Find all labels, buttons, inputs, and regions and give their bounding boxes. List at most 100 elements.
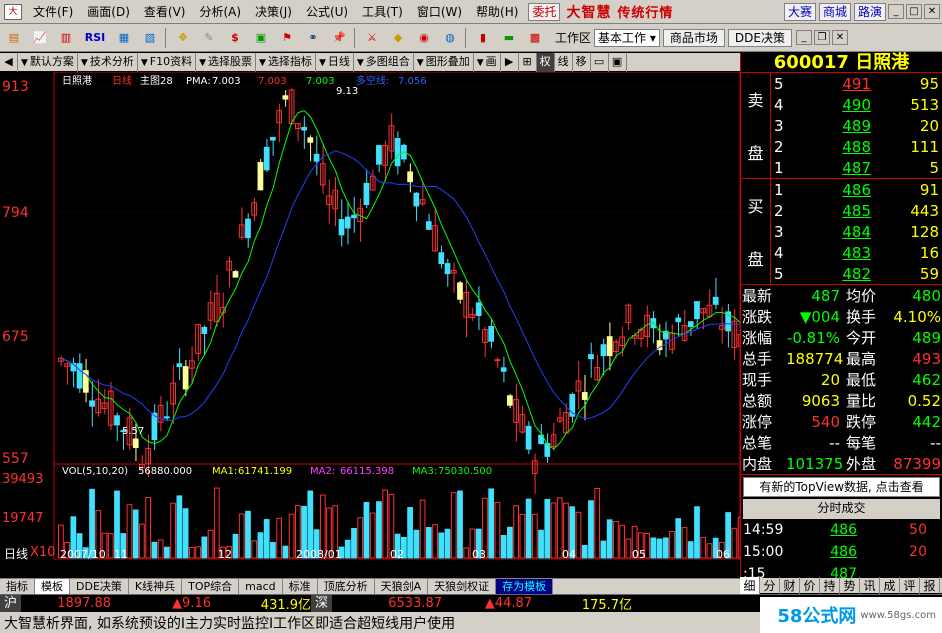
tab-line[interactable]: 线	[555, 52, 573, 72]
tab-rights[interactable]: 权	[536, 52, 555, 72]
maximize-button[interactable]: □	[906, 4, 922, 19]
menu-tools[interactable]: 工具(T)	[355, 3, 410, 20]
monitor-icon[interactable]: ▣	[249, 27, 273, 49]
prev-arrow-icon[interactable]: ◀	[0, 52, 18, 72]
menu-analysis[interactable]: 分析(A)	[192, 3, 248, 20]
tab-move[interactable]: 移	[573, 52, 591, 72]
tab-macd[interactable]: macd	[239, 578, 283, 595]
sh-index[interactable]: 1897.88	[21, 596, 111, 611]
orderbook-row[interactable]: 5 491 95	[771, 73, 942, 94]
orderbook-row[interactable]: 3 484 128	[771, 221, 942, 242]
diamond-icon[interactable]: ◆	[386, 27, 410, 49]
side-tab[interactable]: 价	[800, 577, 820, 594]
orderbook-row[interactable]: 2 488 111	[771, 136, 942, 157]
tab-multi-chart[interactable]: ▼ 多图组合	[354, 52, 414, 72]
ruler-icon[interactable]: ✎	[197, 27, 221, 49]
tab-daily[interactable]: ▼ 日线	[316, 52, 354, 72]
sz-index[interactable]: 6533.87	[332, 596, 442, 611]
book-icon[interactable]: ▮	[471, 27, 495, 49]
menu-help[interactable]: 帮助(H)	[469, 3, 525, 20]
market-button[interactable]: 商品市场	[662, 28, 725, 47]
orderbook-row[interactable]: 4 483 16	[771, 242, 942, 263]
chart-header-label: 7.003	[258, 76, 287, 87]
open-icon[interactable]: ▤	[2, 27, 26, 49]
tab-label: 默认方案	[29, 54, 74, 68]
side-tab[interactable]: 细	[740, 577, 760, 594]
tab-standard[interactable]: 标准	[283, 578, 318, 595]
restore-inner-button[interactable]: ❐	[813, 30, 830, 45]
sword-icon[interactable]: ⚔	[360, 27, 384, 49]
chart-icon[interactable]: 📈	[28, 27, 52, 49]
tab-top[interactable]: TOP综合	[182, 578, 240, 595]
tab-overlay[interactable]: ▼ 图形叠加	[414, 52, 474, 72]
menu-decision[interactable]: 决策(J)	[248, 3, 299, 20]
period-label: 日线	[4, 547, 28, 560]
binoculars-icon[interactable]: ⚭	[301, 27, 325, 49]
delegate-button[interactable]: 委托	[528, 2, 561, 21]
orderbook-row[interactable]: 1 486 91	[771, 179, 942, 200]
menu-view-screen[interactable]: 画面(D)	[80, 3, 137, 20]
volume-bar	[107, 533, 114, 559]
pin-icon[interactable]: 📌	[327, 27, 351, 49]
tab-sirius-a[interactable]: 天狼剑A	[375, 578, 429, 595]
minimize-inner-button[interactable]: _	[795, 30, 812, 45]
window-icon[interactable]: ▭	[591, 52, 609, 72]
dollar-icon[interactable]: $	[223, 27, 247, 49]
minimize-button[interactable]: _	[888, 4, 904, 19]
contest-link[interactable]: 大赛	[783, 2, 816, 21]
tab-top-bottom[interactable]: 顶底分析	[318, 578, 375, 595]
kline-chart[interactable]: 913 794 675 557 日照港 日线 主图28 PMA: 7.003 7.003 7.003…	[0, 71, 744, 561]
orderbook-row[interactable]: 4 490 513	[771, 94, 942, 115]
side-tab[interactable]: 势	[840, 577, 860, 594]
topview-button[interactable]: 有新的TopView数据, 点击查看	[743, 477, 940, 497]
side-tab[interactable]: 分	[760, 577, 780, 594]
tab-select-stock[interactable]: ▼ 选择股票	[196, 52, 257, 72]
tab-save-template[interactable]: 存为模板	[496, 578, 554, 595]
bars-icon[interactable]: ▥	[54, 27, 78, 49]
flag-icon[interactable]: ⚑	[275, 27, 299, 49]
tab-template[interactable]: 模板	[35, 578, 70, 595]
side-tab[interactable]: 评	[900, 577, 920, 594]
rsi-icon[interactable]: RSI	[80, 27, 110, 49]
menu-window[interactable]: 窗口(W)	[410, 3, 469, 20]
next-arrow-icon[interactable]: ▶	[501, 52, 519, 72]
tab-draw[interactable]: ▼ 画	[474, 52, 501, 72]
tab-sirius-warrant[interactable]: 天狼剑权证	[428, 578, 497, 595]
fullscreen-icon[interactable]: ▣	[609, 52, 627, 72]
orderbook-row[interactable]: 3 489 20	[771, 115, 942, 136]
tab-f10[interactable]: ▼ F10资料	[138, 52, 197, 72]
menu-view[interactable]: 查看(V)	[137, 3, 193, 20]
workspace-select[interactable]: 基本工作 ▾	[594, 28, 660, 47]
disc-icon[interactable]: ◉	[412, 27, 436, 49]
f11-icon[interactable]: ▧	[138, 27, 162, 49]
close-inner-button[interactable]: ✕	[831, 30, 848, 45]
tab-default-scheme[interactable]: ▼ 默认方案	[18, 52, 78, 72]
close-button[interactable]: ✕	[924, 4, 940, 19]
news-text[interactable]: 大智慧析界面, 如系统预设的I主力实时监控I工作区即适合超短线用户使用	[0, 613, 560, 633]
side-tab[interactable]: 报	[920, 577, 940, 594]
side-tab[interactable]: 持	[820, 577, 840, 594]
f10-icon[interactable]: ▦	[112, 27, 136, 49]
crosshair-icon[interactable]: ⊞	[519, 52, 537, 72]
side-tab[interactable]: 讯	[860, 577, 880, 594]
menu-file[interactable]: 文件(F)	[26, 3, 80, 20]
mall-link[interactable]: 商城	[818, 2, 851, 21]
money-icon[interactable]: ▬	[497, 27, 521, 49]
side-tab[interactable]: 财	[780, 577, 800, 594]
candle-body	[600, 344, 607, 357]
roadshow-link[interactable]: 路演	[853, 2, 886, 21]
globe-icon[interactable]: ◍	[438, 27, 462, 49]
orderbook-row[interactable]: 1 487 5	[771, 157, 942, 178]
tab-select-indicator[interactable]: ▼ 选择指标	[256, 52, 316, 72]
tab-technical[interactable]: ▼ 技术分析	[78, 52, 138, 72]
orderbook-row[interactable]: 2 485 443	[771, 200, 942, 221]
menu-formula[interactable]: 公式(U)	[299, 3, 355, 20]
tab-indicator[interactable]: 指标	[0, 578, 35, 595]
calc-icon[interactable]: ▩	[523, 27, 547, 49]
cross-icon[interactable]: ✥	[171, 27, 195, 49]
orderbook-row[interactable]: 5 482 59	[771, 263, 942, 284]
dde-button[interactable]: DDE决策	[727, 28, 792, 47]
side-tab[interactable]: 成	[880, 577, 900, 594]
tab-kline-god[interactable]: K线神兵	[129, 578, 183, 595]
tab-dde[interactable]: DDE决策	[70, 578, 129, 595]
